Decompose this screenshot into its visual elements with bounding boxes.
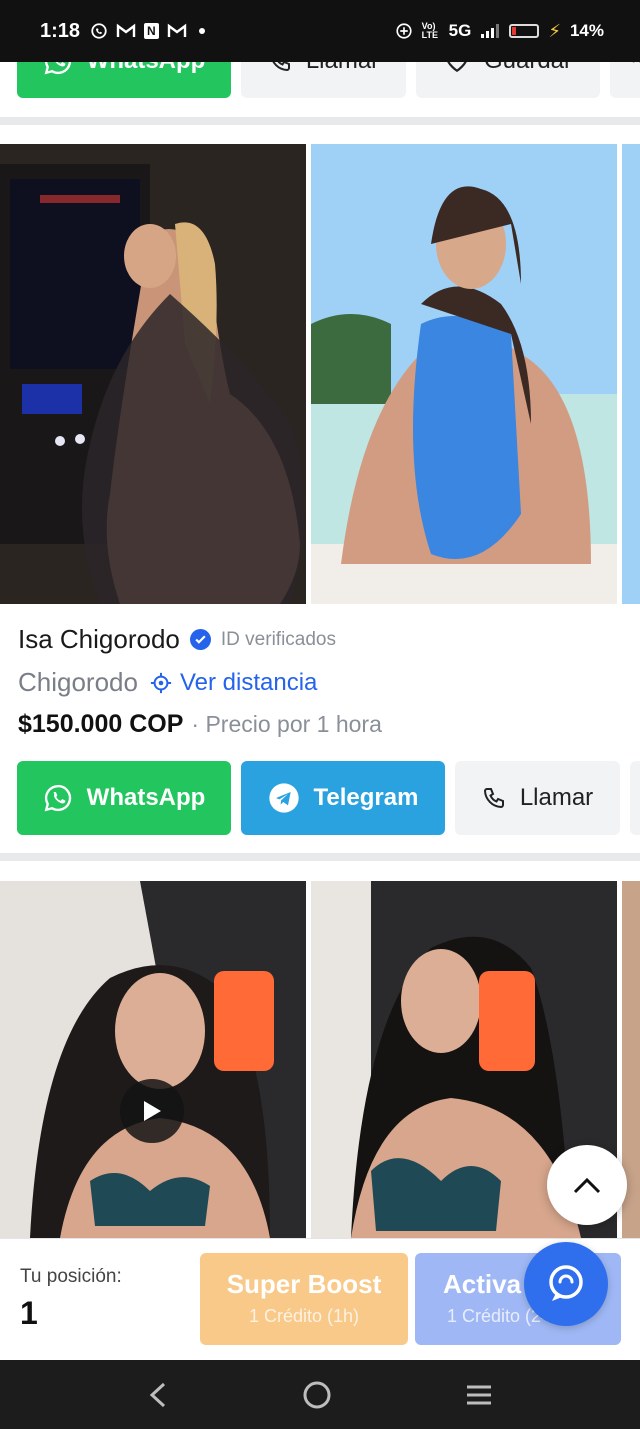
super-boost-title: Super Boost: [226, 1269, 382, 1299]
location-target-icon: [150, 672, 172, 693]
section-divider: [0, 117, 640, 125]
super-boost-button[interactable]: Super Boost 1 Crédito (1h): [200, 1253, 408, 1345]
scroll-to-top-button[interactable]: [547, 1145, 627, 1225]
next-listing-photo-carousel[interactable]: [0, 881, 640, 1238]
whatsapp-icon: [44, 784, 71, 812]
data-saver-icon: [396, 23, 412, 39]
listing-photo-2[interactable]: [311, 144, 617, 604]
system-navigation-bar: [0, 1360, 640, 1429]
telegram-label: Telegram: [313, 784, 419, 811]
listing-photo-1[interactable]: [0, 144, 306, 604]
call-button[interactable]: Llamar: [455, 761, 620, 835]
back-icon[interactable]: [146, 1381, 170, 1409]
price-row: $150.000 COP · Precio por 1 hora: [18, 710, 382, 739]
recent-apps-icon[interactable]: [464, 1383, 494, 1407]
network-type: 5G: [448, 21, 472, 40]
play-video-button[interactable]: [120, 1079, 184, 1143]
chat-support-button[interactable]: [524, 1242, 608, 1326]
gmail-notif-icon: [116, 23, 136, 37]
screen: 1:18 N Vo) LTE 5G ⚡ 14% WhatsApp Llamar: [0, 0, 640, 1429]
position-label: Tu posición:: [20, 1266, 122, 1287]
photo-2-illustration: [311, 144, 617, 604]
city-name: Chigorodo: [18, 667, 138, 697]
next-listing-video-thumbnail[interactable]: [0, 881, 306, 1238]
next-action-button-partial[interactable]: [630, 761, 640, 835]
price: $150.000 COP: [18, 710, 184, 738]
whatsapp-button[interactable]: WhatsApp: [17, 761, 231, 835]
listing-title[interactable]: Isa Chigorodo ID verificados: [18, 624, 336, 655]
price-unit: · Precio por 1 hora: [191, 711, 382, 737]
status-bar: 1:18 N Vo) LTE 5G ⚡ 14%: [0, 0, 640, 62]
signal-icon: [481, 24, 500, 38]
whatsapp-notif-icon: [91, 23, 107, 39]
volte-indicator: Vo) LTE: [421, 21, 438, 40]
more-notifs-dot: [198, 28, 205, 34]
gmail-notif-icon-2: [167, 23, 186, 37]
chat-bubble-icon: [549, 1265, 583, 1301]
phone-icon: [483, 788, 504, 809]
home-icon[interactable]: [302, 1380, 332, 1410]
photo-1-illustration: [0, 144, 306, 604]
see-distance-link[interactable]: Ver distancia: [150, 669, 317, 697]
notification-icons: N: [90, 22, 205, 40]
whatsapp-label: WhatsApp: [86, 784, 206, 811]
system-icons: Vo) LTE 5G ⚡ 14%: [395, 21, 604, 42]
listing-photo-3-partial[interactable]: [622, 144, 640, 604]
battery-icon: [509, 24, 540, 38]
telegram-button[interactable]: Telegram: [241, 761, 445, 835]
telegram-icon: [268, 783, 299, 813]
play-icon: [144, 1101, 161, 1121]
battery-percent: 14%: [569, 21, 604, 40]
news-notif-icon: N: [144, 23, 159, 39]
position-value: 1: [20, 1295, 38, 1331]
call-label: Llamar: [519, 784, 594, 811]
verified-check-icon: [189, 629, 211, 650]
location-row: Chigorodo Ver distancia: [18, 667, 317, 698]
see-distance-label: Ver distancia: [179, 668, 318, 696]
status-time: 1:18: [40, 19, 81, 42]
listing-photo-carousel[interactable]: [0, 144, 640, 604]
chevron-up-icon: [573, 1177, 601, 1194]
section-divider-2: [0, 853, 640, 861]
listing-name: Isa Chigorodo: [18, 624, 180, 654]
charging-icon: ⚡: [548, 20, 561, 41]
super-boost-subtitle: 1 Crédito (1h): [248, 1306, 360, 1326]
verified-label: ID verificados: [220, 628, 336, 650]
video-thumb-illustration: [0, 881, 306, 1238]
